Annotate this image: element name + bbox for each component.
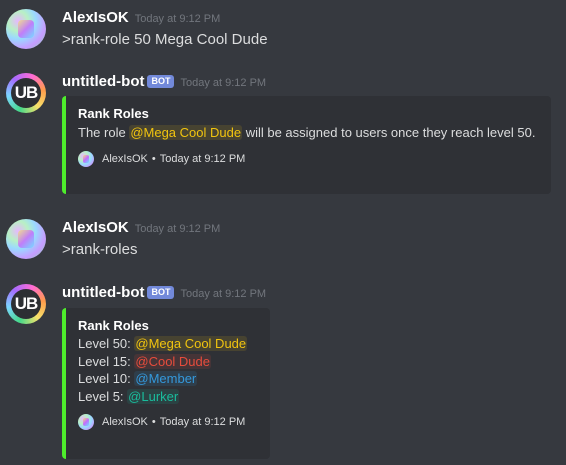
bot-avatar[interactable]: UB — [6, 284, 46, 324]
rank-level: Level 15: — [78, 353, 135, 369]
username[interactable]: untitled-bot — [62, 73, 144, 90]
rank-level: Level 50: — [78, 336, 135, 351]
embed-description: The role @Mega Cool Dude will be assigne… — [78, 124, 537, 142]
footer-time: Today at 9:12 PM — [159, 153, 246, 165]
timestamp: Today at 9:12 PM — [180, 288, 267, 300]
message-header: untitled-bot BOT Today at 9:12 PM — [62, 73, 266, 91]
desc-prefix: The role — [78, 125, 130, 140]
footer-separator: • — [151, 153, 156, 165]
bot-avatar-text: UB — [14, 294, 39, 313]
bot-avatar-text: UB — [14, 83, 39, 102]
rank-line: Level 15: @Cool Dude — [78, 353, 256, 371]
footer-separator: • — [151, 416, 156, 428]
desc-suffix: will be assigned to users once they reac… — [242, 125, 536, 140]
message-4: UB untitled-bot BOT Today at 9:12 PM Rank … — [0, 284, 566, 460]
rank-level: Level 10: — [78, 371, 135, 386]
timestamp: Today at 9:12 PM — [134, 223, 221, 235]
message-content: >rank-roles — [62, 241, 138, 258]
embed-title: Rank Roles — [78, 318, 149, 333]
username[interactable]: untitled-bot — [62, 284, 144, 301]
rank-line: Level 5: @Lurker — [78, 388, 256, 406]
user-avatar[interactable] — [6, 9, 46, 49]
username[interactable]: AlexIsOK — [62, 9, 129, 26]
footer-author: AlexIsOK — [102, 153, 148, 165]
timestamp: Today at 9:12 PM — [134, 13, 221, 25]
bot-avatar[interactable]: UB — [6, 73, 46, 113]
rank-line: Level 50: @Mega Cool Dude — [78, 335, 256, 353]
footer-time: Today at 9:12 PM — [159, 416, 246, 428]
message-2: UB untitled-bot BOT Today at 9:12 PM Rank … — [0, 73, 566, 203]
footer-avatar — [78, 151, 94, 167]
embed: Rank Roles The role @Mega Cool Dude will… — [62, 96, 551, 194]
timestamp: Today at 9:12 PM — [180, 77, 267, 89]
role-mention[interactable]: @Lurker — [127, 388, 180, 404]
role-mention[interactable]: @Member — [134, 371, 198, 386]
bot-tag: BOT — [147, 286, 175, 299]
embed-footer: AlexIsOK • Today at 9:12 PM — [78, 151, 537, 167]
bot-tag: BOT — [147, 75, 175, 88]
role-mention[interactable]: @Mega Cool Dude — [134, 336, 248, 351]
rank-level: Level 5: — [78, 388, 128, 404]
message-header: AlexIsOK Today at 9:12 PM — [62, 219, 220, 237]
message-header: untitled-bot BOT Today at 9:12 PM — [62, 284, 266, 302]
message-content: >rank-role 50 Mega Cool Dude — [62, 31, 268, 48]
embed-title: Rank Roles — [78, 106, 149, 121]
username[interactable]: AlexIsOK — [62, 219, 129, 236]
message-1: AlexIsOK Today at 9:12 PM >rank-role 50 M… — [0, 9, 566, 55]
role-mention[interactable]: @Mega Cool Dude — [129, 125, 243, 140]
role-mention[interactable]: @Cool Dude — [134, 353, 211, 369]
rank-line: Level 10: @Member — [78, 370, 256, 388]
embed: Rank Roles Level 50: @Mega Cool Dude Lev… — [62, 308, 270, 459]
footer-avatar — [78, 414, 94, 430]
message-header: AlexIsOK Today at 9:12 PM — [62, 9, 220, 27]
message-3: AlexIsOK Today at 9:12 PM >rank-roles — [0, 219, 566, 265]
user-avatar[interactable] — [6, 219, 46, 259]
footer-author: AlexIsOK — [102, 416, 148, 428]
embed-footer: AlexIsOK • Today at 9:12 PM — [78, 414, 256, 430]
